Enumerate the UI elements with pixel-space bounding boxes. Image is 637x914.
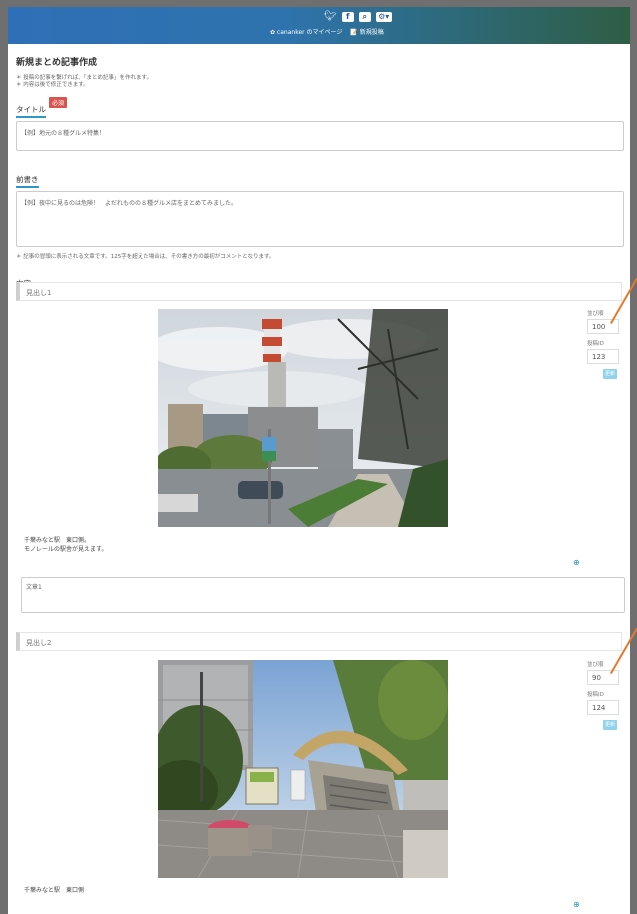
header-links: ✿ cananker のマイページ 📝 新規投稿 (270, 27, 384, 36)
browser-frame: 🐦︎ f ⌕ ⚙▾ ✿ cananker のマイページ 📝 新規投稿 新規まとめ… (8, 7, 630, 914)
item-side-controls: 並び順 90 投稿ID 124 更新 (587, 660, 619, 730)
zoom-icon[interactable]: ⊕ (573, 900, 580, 909)
item-caption: 千葉みなと駅 東口側。 モノレールの駅舎が見えます。 (24, 536, 107, 554)
post-id-input[interactable]: 124 (587, 700, 619, 715)
site-header: 🐦︎ f ⌕ ⚙▾ ✿ cananker のマイページ 📝 新規投稿 (8, 7, 630, 44)
required-badge: 必須 (49, 97, 68, 108)
intro-textarea[interactable]: 【例】夜中に見るのは危険！ よだれものの８種グルメ店をまとめてみました。 (16, 191, 624, 247)
zoom-icon[interactable]: ⊕ (573, 558, 580, 567)
page-notes: ＊ 投稿の記事を繋げれば、「まとめ記事」を作れます。 ＊ 内容は後で修正できます… (16, 75, 624, 89)
intro-note: ＊ 記事の冒頭に表示される文章です。125字を超えた場合は、その書き方の最初がコ… (16, 254, 275, 260)
new-post-link[interactable]: 📝 新規投稿 (350, 27, 383, 36)
post-id-label: 投稿ID (587, 692, 604, 698)
search-icon[interactable]: ⌕ (358, 12, 371, 22)
main-content: 新規まとめ記事作成 ＊ 投稿の記事を繋げれば、「まとめ記事」を作れます。 ＊ 内… (16, 55, 624, 292)
header-icons: 🐦︎ f ⌕ ⚙▾ (324, 12, 392, 22)
caption-line: モノレールの駅舎が見えます。 (24, 546, 108, 553)
title-input[interactable]: 【例】地元の８種グルメ特集！ (16, 121, 624, 151)
intro-label: 前書き (16, 174, 39, 188)
caption-line: 千葉みなと駅 東口側。 (24, 537, 91, 544)
order-input[interactable]: 100 (587, 319, 619, 334)
note-line: ＊ 内容は後で修正できます。 (16, 82, 89, 88)
gear-icon[interactable]: ⚙▾ (375, 12, 392, 22)
page-title: 新規まとめ記事作成 (16, 58, 98, 68)
heading-input[interactable]: 見出し1 (16, 282, 622, 301)
photo-station-image (158, 660, 448, 878)
title-label: タイトル (16, 104, 46, 118)
photo-building (158, 309, 448, 527)
caption-line: 千葉みなと駅 東口側 (24, 887, 85, 894)
order-input[interactable]: 90 (587, 670, 619, 685)
note-line: ＊ 投稿の記事を繋げれば、「まとめ記事」を作れます。 (16, 75, 152, 81)
twitter-icon[interactable]: 🐦︎ (324, 12, 337, 22)
photo-building-image (158, 309, 448, 527)
post-id-label: 投稿ID (587, 341, 604, 347)
post-id-input[interactable]: 123 (587, 349, 619, 364)
heading-input[interactable]: 見出し2 (16, 632, 622, 651)
text-input[interactable]: 文章1 (21, 577, 625, 613)
update-button[interactable]: 更新 (603, 720, 617, 730)
mypage-link[interactable]: ✿ cananker のマイページ (270, 27, 342, 36)
photo-station (158, 660, 448, 878)
item-caption: 千葉みなと駅 東口側 (24, 886, 84, 895)
update-button[interactable]: 更新 (603, 369, 617, 379)
facebook-icon[interactable]: f (341, 12, 354, 22)
